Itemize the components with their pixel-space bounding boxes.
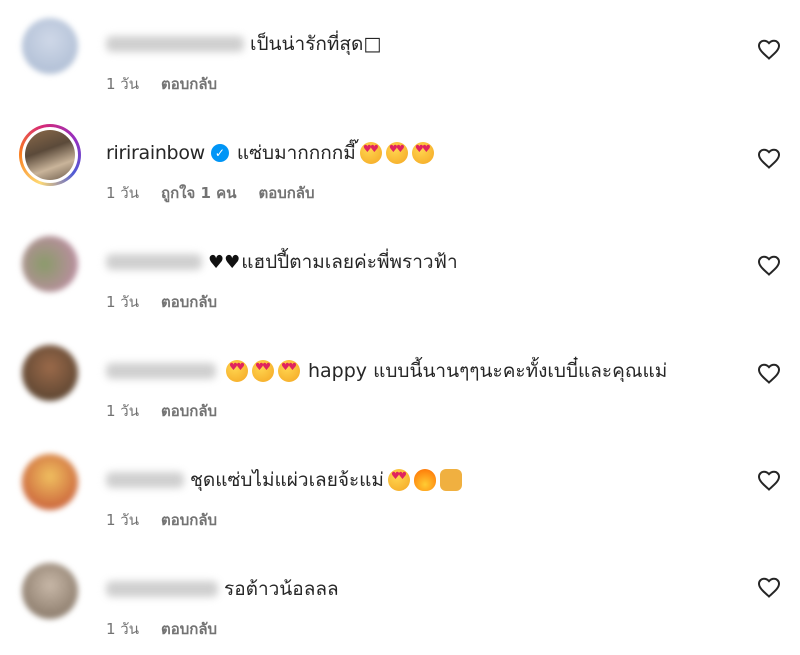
comment-item: เป็นน่ารักที่สุด□ 1 วัน ตอบกลับ <box>0 0 800 108</box>
heart-eyes-emoji-icon <box>385 142 408 164</box>
comment-item: รอต้าวน้อลลล 1 วัน ตอบกลับ <box>0 545 800 653</box>
username-blurred[interactable] <box>106 254 202 270</box>
fire-emoji-icon <box>413 469 436 491</box>
username-blurred[interactable] <box>106 472 184 488</box>
comment-time[interactable]: 1 วัน <box>106 399 139 423</box>
heart-outline-icon[interactable] <box>757 362 781 386</box>
comment-time[interactable]: 1 วัน <box>106 290 139 314</box>
black-heart-icon: ♥♥ <box>208 251 241 273</box>
comment-text: เป็นน่ารักที่สุด□ <box>250 33 382 55</box>
comment-item: ชุดแซ่บไม่แผ่วเลยจ้ะแม่ 1 วัน ตอบกลับ <box>0 436 800 544</box>
avatar-ring-inner <box>22 127 78 183</box>
comment-item: ♥♥ แฮปปี้ตามเลยค่ะพี่พราวฟ้า 1 วัน ตอบกล… <box>0 218 800 326</box>
avatar[interactable] <box>22 563 78 619</box>
comment-time[interactable]: 1 วัน <box>106 617 139 641</box>
username-blurred[interactable] <box>106 363 216 379</box>
heart-outline-icon[interactable] <box>757 576 781 600</box>
comment-time[interactable]: 1 วัน <box>106 181 139 205</box>
reply-button[interactable]: ตอบกลับ <box>161 508 217 532</box>
avatar[interactable] <box>22 18 78 74</box>
comment-time[interactable]: 1 วัน <box>106 508 139 532</box>
comment-text: แฮปปี้ตามเลยค่ะพี่พราวฟ้า <box>241 251 458 273</box>
heart-eyes-emoji-icon <box>359 142 382 164</box>
heart-outline-icon[interactable] <box>757 469 781 493</box>
comment-time[interactable]: 1 วัน <box>106 72 139 96</box>
reply-button[interactable]: ตอบกลับ <box>161 72 217 96</box>
avatar[interactable] <box>19 124 81 186</box>
username-blurred[interactable] <box>106 36 244 52</box>
username-blurred[interactable] <box>106 581 218 597</box>
avatar-photo <box>25 130 75 180</box>
comment-text: ชุดแซ่บไม่แผ่วเลยจ้ะแม่ <box>190 469 384 491</box>
comment-text: รอต้าวน้อลลล <box>224 578 339 600</box>
like-count[interactable]: ถูกใจ 1 คน <box>161 181 236 205</box>
reply-button[interactable]: ตอบกลับ <box>161 290 217 314</box>
comment-text: แซ่บมากกกกมี๊ <box>236 142 356 164</box>
heart-outline-icon[interactable] <box>757 254 781 278</box>
comment-item: happy แบบนี้นานๆๆนะคะทั้งเบบี๋และคุณแม่ … <box>0 327 800 435</box>
username[interactable]: ririrainbow <box>106 142 205 164</box>
comment-text: happy แบบนี้นานๆๆนะคะทั้งเบบี๋และคุณแม่ <box>308 360 668 382</box>
heart-eyes-emoji-icon <box>252 360 274 382</box>
heart-outline-icon[interactable] <box>757 147 781 171</box>
avatar[interactable] <box>22 345 78 401</box>
heart-eyes-emoji-icon <box>226 360 248 382</box>
verified-badge-icon: ✓ <box>210 144 229 162</box>
heart-eyes-emoji-icon <box>411 142 434 164</box>
reply-button[interactable]: ตอบกลับ <box>258 181 314 205</box>
heart-eyes-emoji-icon <box>278 360 300 382</box>
reply-button[interactable]: ตอบกลับ <box>161 617 217 641</box>
raised-hands-emoji-icon <box>439 469 462 491</box>
heart-eyes-emoji-icon <box>387 469 410 491</box>
avatar[interactable] <box>22 236 78 292</box>
avatar[interactable] <box>22 454 78 510</box>
heart-outline-icon[interactable] <box>757 38 781 62</box>
reply-button[interactable]: ตอบกลับ <box>161 399 217 423</box>
comment-item: ririrainbow ✓ แซ่บมากกกกมี๊ 1 วัน ถูกใจ … <box>0 109 800 217</box>
